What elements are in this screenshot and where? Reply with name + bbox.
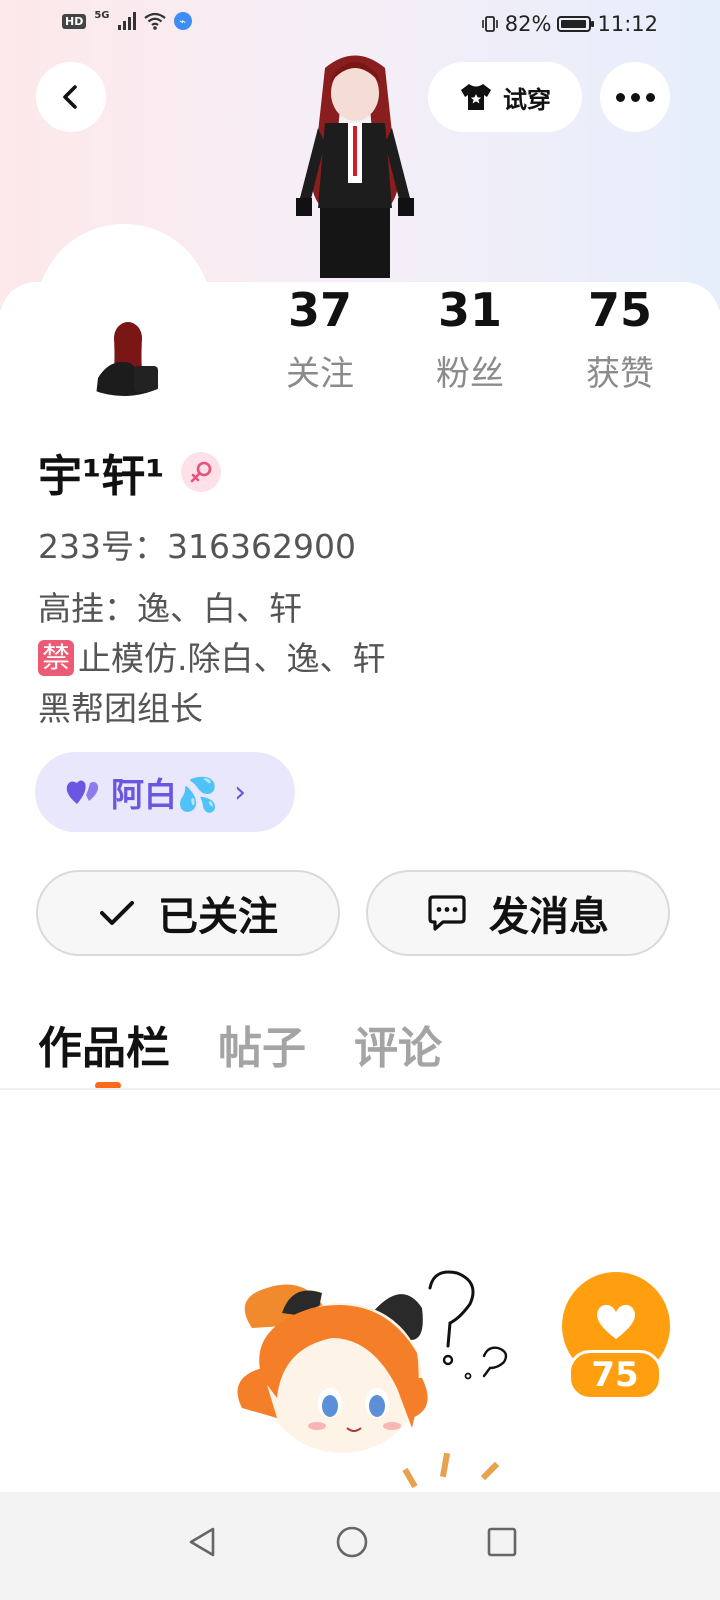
- send-message-label: 发消息: [489, 894, 609, 940]
- back-triangle-icon[interactable]: [174, 1514, 230, 1570]
- bio-line-with-badge: 禁止模仿.除白、逸、轩: [38, 634, 386, 684]
- username: 宇¹轩¹: [38, 451, 165, 502]
- try-on-button[interactable]: 试穿: [428, 62, 582, 132]
- recents-square-icon[interactable]: [474, 1514, 530, 1570]
- username-row: 宇¹轩¹: [38, 440, 221, 504]
- stat-likes[interactable]: 75 获赞: [545, 284, 695, 395]
- followed-button[interactable]: 已关注: [36, 870, 340, 956]
- status-bar: HD 5G ⌁ 82% 11:12: [0, 0, 720, 48]
- couple-tag[interactable]: 阿白💦 ›: [35, 752, 295, 832]
- followed-label: 已关注: [158, 894, 278, 940]
- avatar-image: [40, 228, 208, 396]
- more-button[interactable]: [600, 62, 670, 132]
- tshirt-icon: [461, 84, 491, 110]
- heart-icon: [596, 1304, 636, 1339]
- tab-posts[interactable]: 帖子: [218, 1012, 306, 1076]
- more-dots-icon: [615, 92, 655, 102]
- stat-value: 75: [587, 283, 652, 337]
- bio-line: 止模仿.除白、逸、轩: [78, 639, 386, 678]
- empty-state-illustration: [237, 1270, 508, 1489]
- stat-value: 37: [287, 283, 352, 337]
- stat-label: 粉丝: [436, 354, 504, 394]
- bio-line: 高挂：逸、白、轩: [38, 589, 302, 628]
- chevron-left-icon: [63, 85, 77, 109]
- avatar[interactable]: [36, 224, 212, 400]
- user-id[interactable]: 233号：316362900: [38, 520, 356, 568]
- chevron-right-icon: ›: [234, 774, 247, 810]
- hd-badge: HD: [62, 13, 87, 29]
- couple-name: 阿白💦: [111, 775, 219, 814]
- battery-percent: 82%: [504, 12, 552, 36]
- network-type: 5G: [94, 9, 110, 21]
- system-nav-bar: [0, 1492, 720, 1600]
- tab-comments[interactable]: 评论: [354, 1012, 442, 1076]
- vpn-icon: ⌁: [173, 12, 192, 30]
- profile-tabs: 作品栏 帖子 评论: [38, 1012, 442, 1076]
- message-bubble-icon: [428, 895, 466, 931]
- heart-icon: [66, 780, 99, 804]
- status-left: HD 5G ⌁: [62, 9, 192, 30]
- bio-line: 黑帮团组长: [38, 689, 203, 728]
- status-right: 82% 11:12: [481, 12, 658, 36]
- ban-badge: 禁: [38, 639, 74, 676]
- home-circle-icon[interactable]: [324, 1514, 380, 1570]
- vibrate-icon: [481, 16, 498, 32]
- avatar-figure: [96, 322, 158, 396]
- stat-label: 获赞: [586, 354, 654, 394]
- stat-value: 31: [437, 283, 502, 337]
- check-icon: [100, 901, 134, 925]
- try-on-label: 试穿: [503, 85, 551, 114]
- bio: 高挂：逸、白、轩 禁止模仿.除白、逸、轩 黑帮团组长: [38, 584, 386, 734]
- clock: 11:12: [597, 12, 658, 36]
- back-button[interactable]: [36, 62, 106, 132]
- tabs-divider: [0, 1088, 720, 1090]
- like-count: 75: [568, 1350, 662, 1400]
- send-message-button[interactable]: 发消息: [366, 870, 670, 956]
- profile-stats: 37 关注 31 粉丝 75 获赞: [245, 284, 715, 395]
- wifi-icon: [143, 12, 166, 30]
- stat-label: 关注: [286, 354, 354, 394]
- stat-following[interactable]: 37 关注: [245, 284, 395, 395]
- tab-works[interactable]: 作品栏: [38, 1012, 170, 1076]
- avatar-3d-character[interactable]: [270, 48, 440, 288]
- signal-icon: [117, 12, 136, 30]
- battery-icon: [557, 16, 595, 32]
- stat-followers[interactable]: 31 粉丝: [395, 284, 545, 395]
- female-icon: [180, 452, 221, 492]
